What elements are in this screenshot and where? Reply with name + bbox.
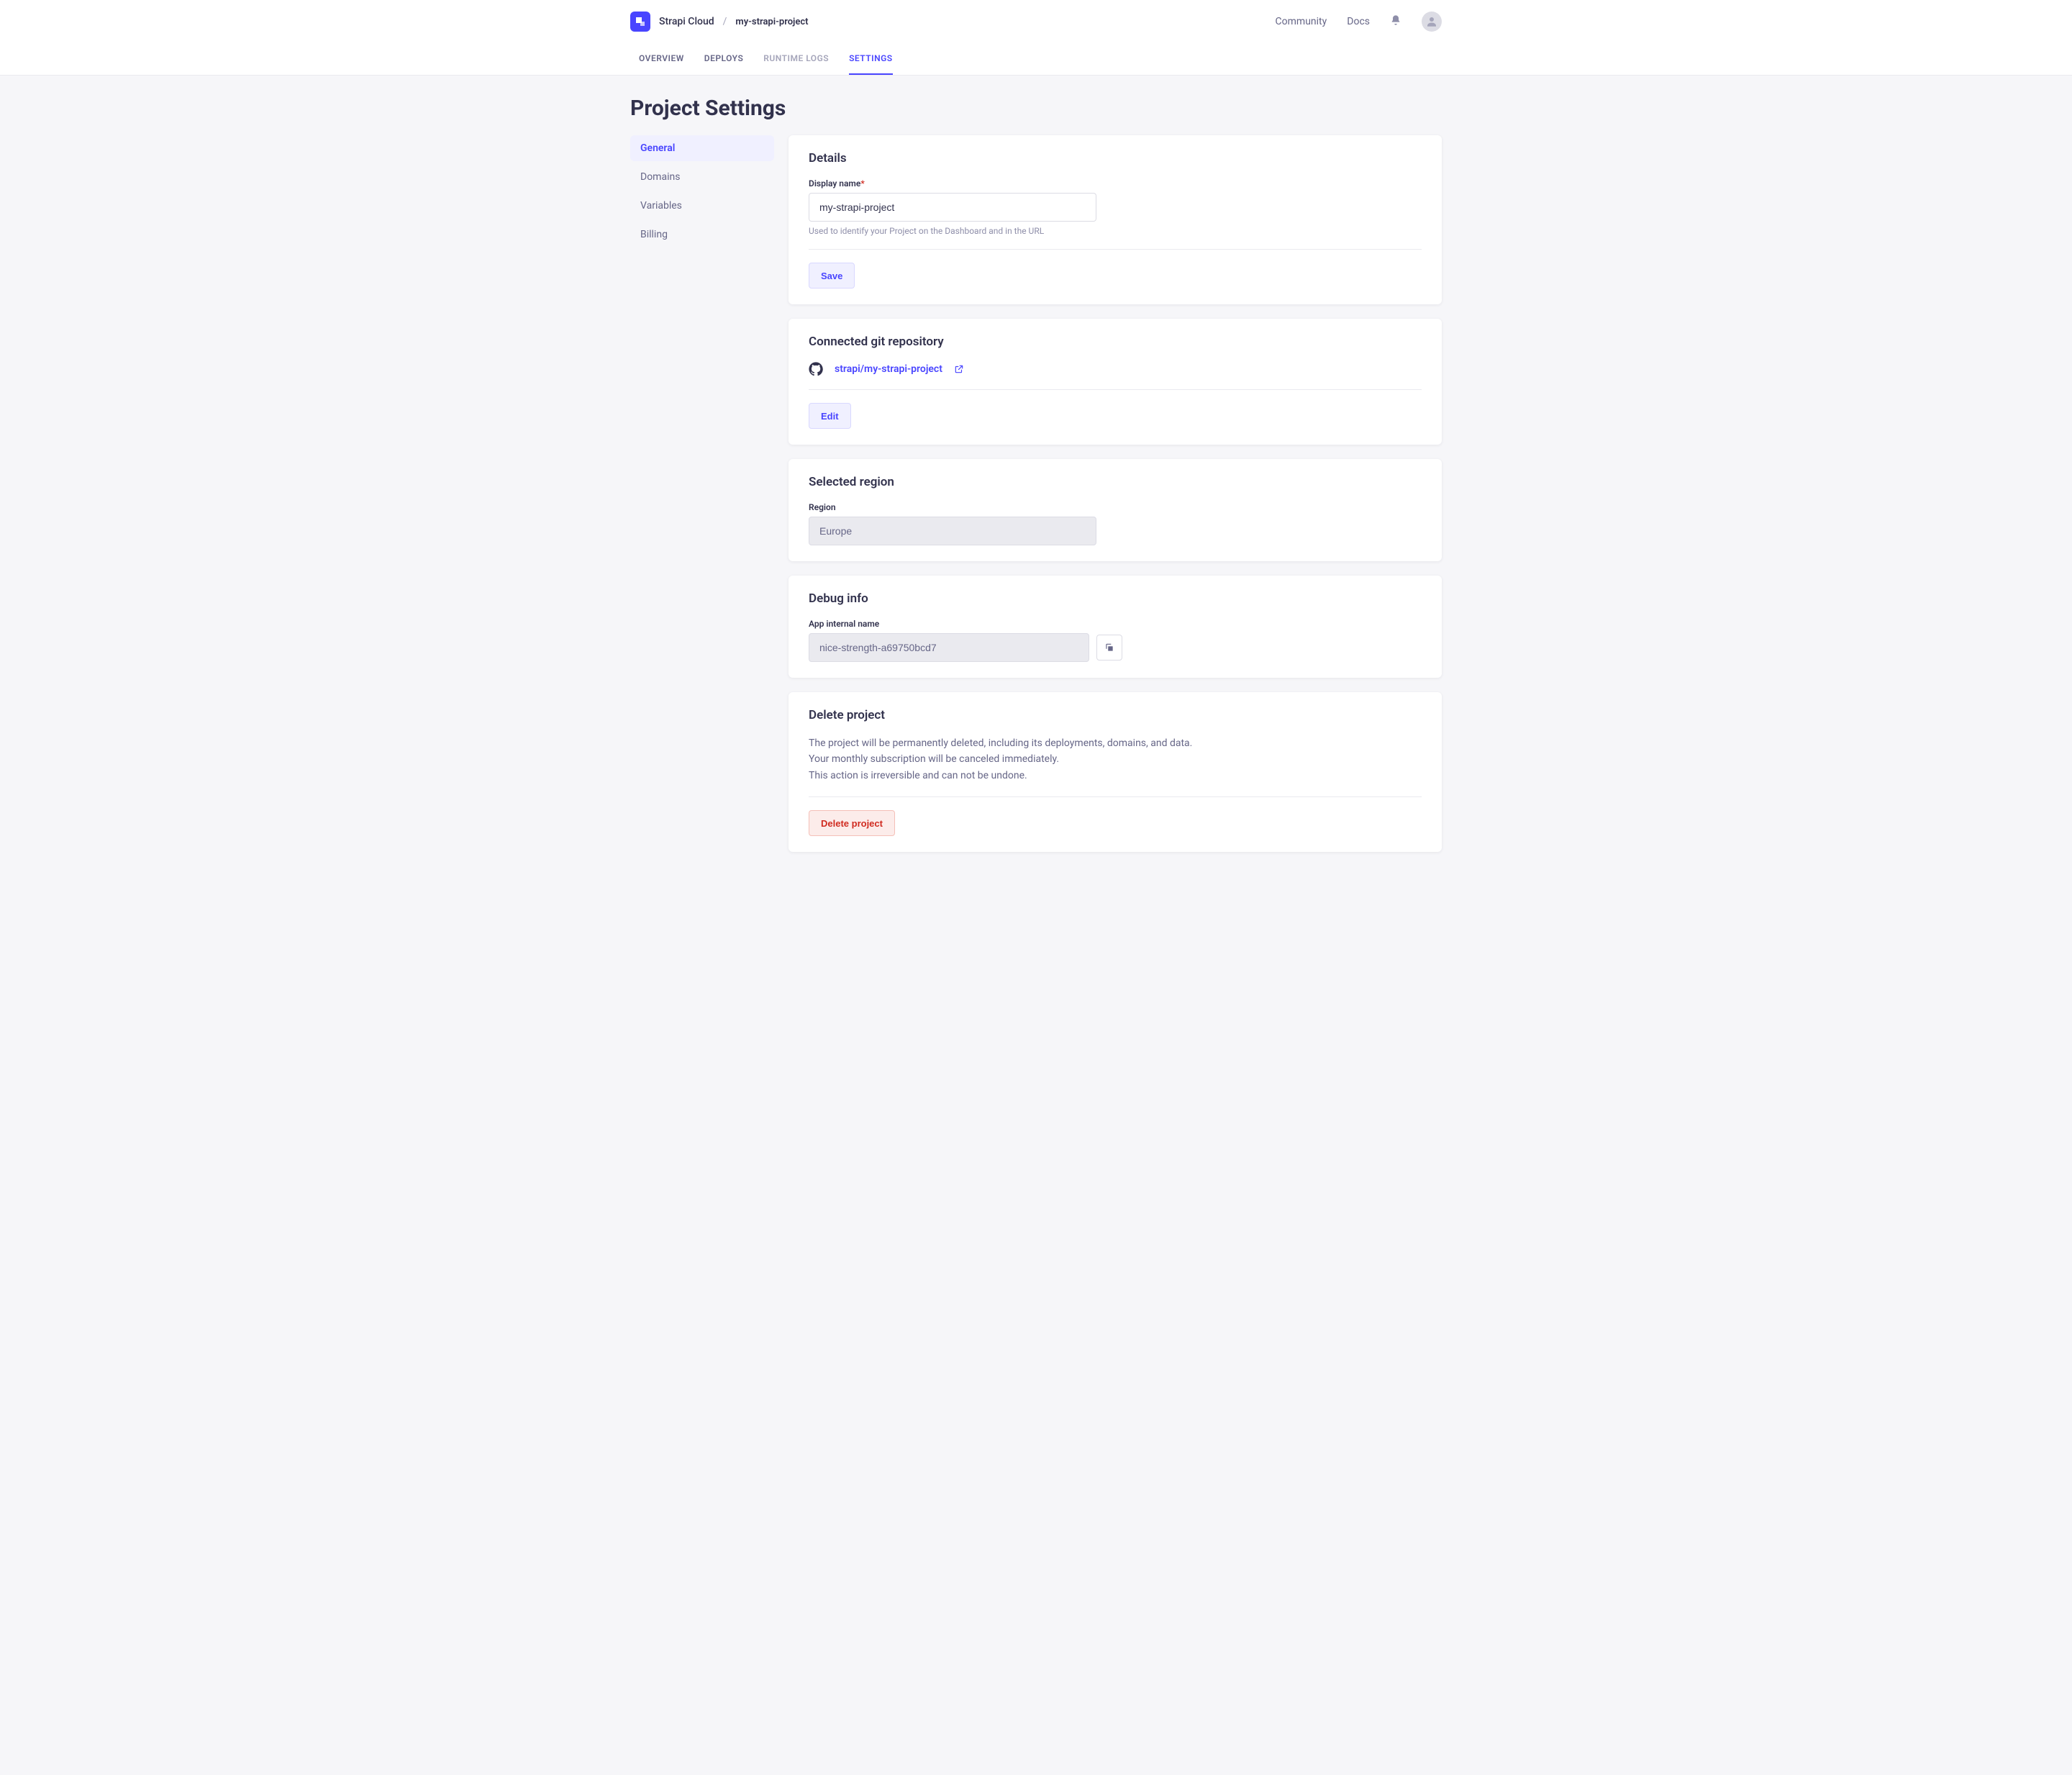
repo-link[interactable]: strapi/my-strapi-project — [835, 363, 942, 375]
app-internal-name-label: App internal name — [809, 619, 1422, 629]
delete-title: Delete project — [809, 708, 1422, 722]
delete-project-button[interactable]: Delete project — [809, 810, 895, 836]
header: Strapi Cloud / my-strapi-project Communi… — [0, 0, 2072, 76]
external-link-icon — [954, 364, 964, 374]
delete-description-line2: Your monthly subscription will be cancel… — [809, 751, 1422, 767]
region-card: Selected region Region — [789, 459, 1442, 561]
sidebar-item-general[interactable]: General — [630, 135, 774, 161]
user-avatar[interactable] — [1422, 12, 1442, 32]
edit-repo-button[interactable]: Edit — [809, 403, 851, 429]
display-name-input[interactable] — [809, 193, 1096, 222]
copy-icon — [1104, 643, 1114, 653]
delete-description-line3: This action is irreversible and can not … — [809, 768, 1422, 784]
notifications-button[interactable] — [1390, 14, 1401, 29]
tab-deploys[interactable]: Deploys — [704, 43, 744, 75]
region-input — [809, 517, 1096, 545]
display-name-hint: Used to identify your Project on the Das… — [809, 226, 1422, 236]
breadcrumb-brand[interactable]: Strapi Cloud — [659, 16, 714, 27]
strapi-logo[interactable] — [630, 12, 650, 32]
repo-card: Connected git repository strapi/my-strap… — [789, 319, 1442, 445]
region-label: Region — [809, 502, 1422, 512]
sidebar-item-variables[interactable]: Variables — [630, 193, 774, 219]
settings-sidebar: General Domains Variables Billing — [630, 135, 774, 250]
bell-icon — [1390, 14, 1401, 26]
divider — [809, 389, 1422, 390]
page-title: Project Settings — [630, 96, 1442, 121]
copy-internal-name-button[interactable] — [1096, 635, 1122, 660]
user-icon — [1425, 15, 1438, 28]
details-title: Details — [809, 151, 1422, 165]
tab-settings[interactable]: Settings — [849, 43, 893, 75]
github-icon — [809, 362, 823, 376]
divider — [809, 249, 1422, 250]
strapi-logo-icon — [635, 16, 646, 27]
save-button[interactable]: Save — [809, 263, 855, 289]
divider — [809, 796, 1422, 797]
sidebar-item-billing[interactable]: Billing — [630, 222, 774, 248]
display-name-label: Display name* — [809, 178, 1422, 189]
sidebar-item-domains[interactable]: Domains — [630, 164, 774, 190]
region-title: Selected region — [809, 475, 1422, 489]
tabs: Overview Deploys Runtime Logs Settings — [630, 43, 1442, 75]
details-card: Details Display name* Used to identify y… — [789, 135, 1442, 304]
breadcrumb-project[interactable]: my-strapi-project — [735, 17, 808, 27]
docs-link[interactable]: Docs — [1347, 16, 1370, 27]
app-internal-name-input — [809, 633, 1089, 662]
debug-card: Debug info App internal name — [789, 576, 1442, 678]
tab-overview[interactable]: Overview — [639, 43, 684, 75]
delete-card: Delete project The project will be perma… — [789, 692, 1442, 852]
debug-title: Debug info — [809, 591, 1422, 606]
delete-description-line1: The project will be permanently deleted,… — [809, 735, 1422, 751]
breadcrumb-separator: / — [723, 16, 727, 27]
repo-title: Connected git repository — [809, 335, 1422, 349]
tab-runtime-logs[interactable]: Runtime Logs — [763, 43, 829, 75]
breadcrumb: Strapi Cloud / my-strapi-project — [630, 12, 809, 32]
settings-main: Details Display name* Used to identify y… — [789, 135, 1442, 852]
community-link[interactable]: Community — [1276, 16, 1327, 27]
